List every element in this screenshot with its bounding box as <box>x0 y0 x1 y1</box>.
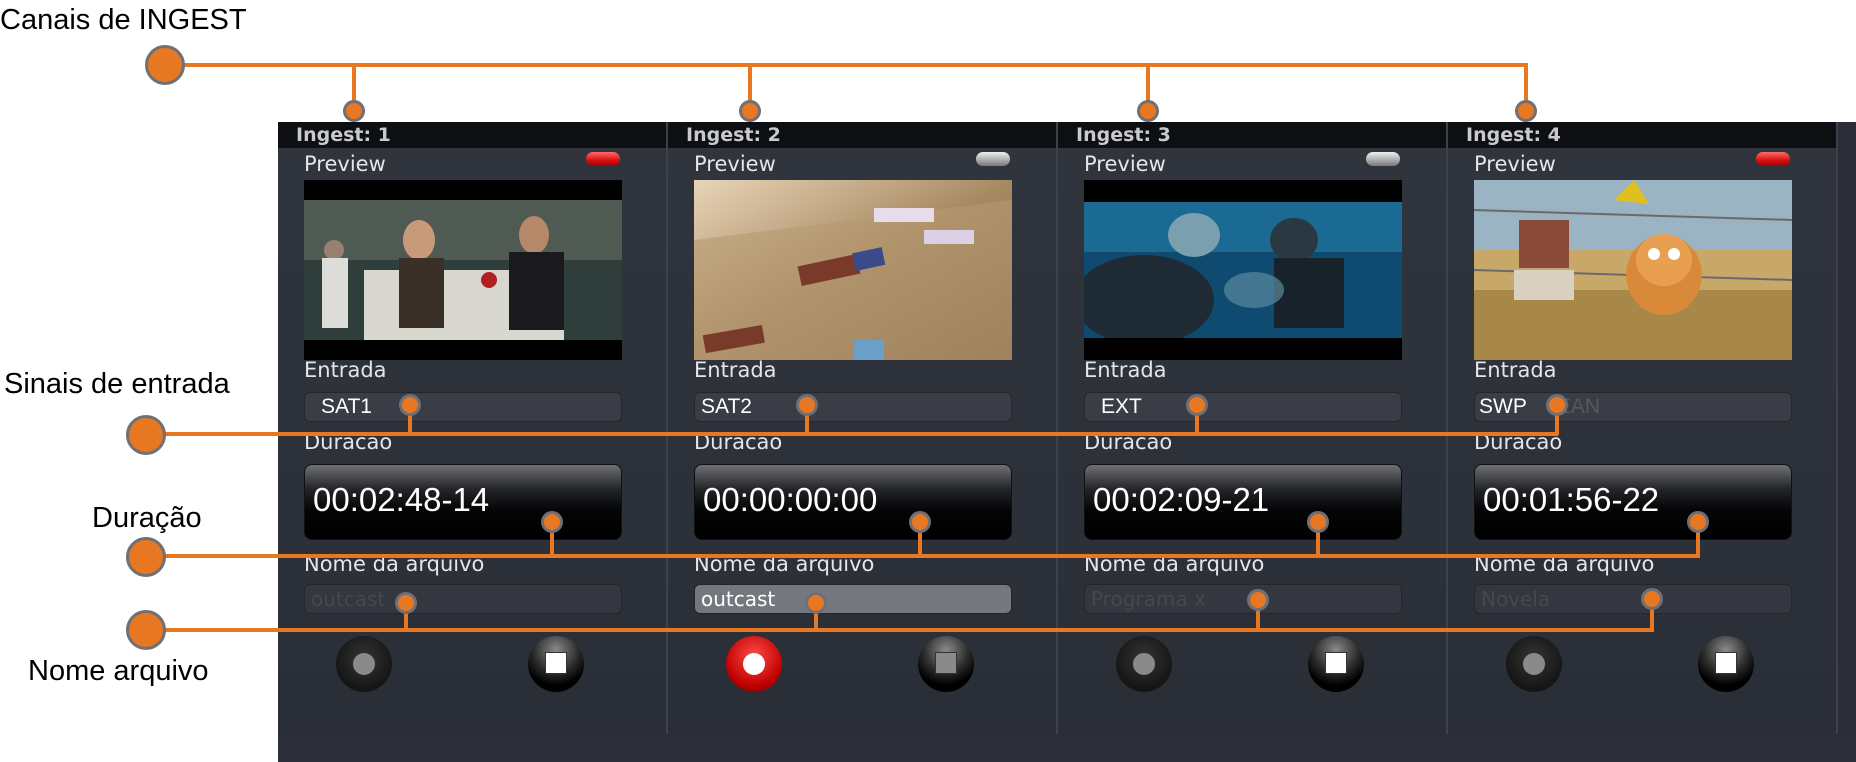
duration-display: 00:00:00:00 <box>694 464 1012 540</box>
file-name-input[interactable]: outcast <box>304 584 622 614</box>
annotation-marker <box>1641 588 1663 610</box>
annotation-marker <box>343 100 365 122</box>
annotation-marker <box>1137 100 1159 122</box>
channel-header: Ingest: 2 <box>668 122 1056 148</box>
annotation-marker <box>1546 394 1568 416</box>
preview-video <box>304 180 622 360</box>
record-button[interactable] <box>726 636 782 692</box>
preview-video <box>1474 180 1792 360</box>
input-signal-field[interactable]: SWP EAN <box>1474 392 1792 422</box>
app-bottom-bar <box>278 736 1856 762</box>
record-button[interactable] <box>1116 636 1172 692</box>
annotation-marker <box>909 511 931 533</box>
duration-display: 00:02:09-21 <box>1084 464 1402 540</box>
annotation-marker <box>805 592 827 614</box>
annotation-input-signals: Sinais de entrada <box>4 368 230 400</box>
record-icon <box>1133 653 1155 675</box>
record-icon <box>1523 653 1545 675</box>
input-label: Entrada <box>304 358 387 382</box>
input-signal-field[interactable]: SAT1 <box>304 392 622 422</box>
input-label: Entrada <box>1474 358 1557 382</box>
record-icon <box>353 653 375 675</box>
stop-icon <box>545 652 567 674</box>
status-led <box>976 152 1010 166</box>
annotation-marker <box>399 394 421 416</box>
input-signal-value: SAT2 <box>701 395 752 418</box>
annotation-ingest-channels: Canais de INGEST <box>0 4 247 36</box>
annotation-marker <box>126 415 166 455</box>
stop-button[interactable] <box>918 636 974 692</box>
annotation-marker <box>1515 100 1537 122</box>
stop-icon <box>1715 652 1737 674</box>
annotation-marker <box>395 592 417 614</box>
input-signal-value: EXT <box>1101 395 1142 418</box>
input-signal-value: SAT1 <box>321 395 372 418</box>
status-led <box>1756 152 1790 166</box>
annotation-line <box>146 628 1654 632</box>
duration-display: 00:01:56-22 <box>1474 464 1792 540</box>
annotation-marker <box>126 537 166 577</box>
file-name-input[interactable]: outcast <box>694 584 1012 614</box>
annotation-marker <box>1247 589 1269 611</box>
stop-button[interactable] <box>1308 636 1364 692</box>
annotation-line <box>146 554 1700 558</box>
input-signal-field[interactable]: SAT2 <box>694 392 1012 422</box>
input-signal-value: SWP <box>1479 395 1527 418</box>
annotation-marker <box>796 394 818 416</box>
input-label: Entrada <box>1084 358 1167 382</box>
preview-label: Preview <box>1084 152 1166 176</box>
stop-button[interactable] <box>528 636 584 692</box>
stop-icon <box>1325 652 1347 674</box>
preview-label: Preview <box>304 152 386 176</box>
preview-label: Preview <box>1474 152 1556 176</box>
channel-header: Ingest: 1 <box>278 122 666 148</box>
annotation-marker <box>1307 511 1329 533</box>
preview-label: Preview <box>694 152 776 176</box>
stop-button[interactable] <box>1698 636 1754 692</box>
annotation-marker <box>126 610 166 650</box>
channel-header: Ingest: 3 <box>1058 122 1446 148</box>
annotation-line <box>148 432 1558 436</box>
annotation-marker <box>1186 394 1208 416</box>
preview-video <box>1084 180 1402 360</box>
status-led <box>1366 152 1400 166</box>
ingest-channel-1: Ingest: 1 Preview Entrada SAT1 Duracao 0… <box>278 122 668 734</box>
file-name-input[interactable]: Programa x <box>1084 584 1402 614</box>
duration-display: 00:02:48-14 <box>304 464 622 540</box>
record-icon <box>743 653 765 675</box>
ingest-app: Ingest: 1 Preview Entrada SAT1 Duracao 0… <box>278 122 1856 762</box>
annotation-line <box>165 63 1527 67</box>
ingest-channel-3: Ingest: 3 Preview Entrada EXT Duracao 00… <box>1058 122 1448 734</box>
input-signal-field[interactable]: EXT <box>1084 392 1402 422</box>
file-name-input[interactable]: Novela <box>1474 584 1792 614</box>
preview-video <box>694 180 1012 360</box>
annotation-file-name: Nome arquivo <box>28 655 209 687</box>
ingest-channel-2: Ingest: 2 Preview Entrada SAT2 Duracao 0… <box>668 122 1058 734</box>
annotation-marker <box>739 100 761 122</box>
annotation-marker <box>1687 511 1709 533</box>
record-button[interactable] <box>336 636 392 692</box>
status-led <box>586 152 620 166</box>
annotation-duration: Duração <box>92 502 202 534</box>
annotation-marker <box>541 511 563 533</box>
channel-header: Ingest: 4 <box>1448 122 1836 148</box>
record-button[interactable] <box>1506 636 1562 692</box>
stop-icon <box>935 652 957 674</box>
input-label: Entrada <box>694 358 777 382</box>
annotation-marker <box>145 45 185 85</box>
ingest-channel-4: Ingest: 4 Preview Entrada SWP EAN Duracao… <box>1448 122 1838 734</box>
